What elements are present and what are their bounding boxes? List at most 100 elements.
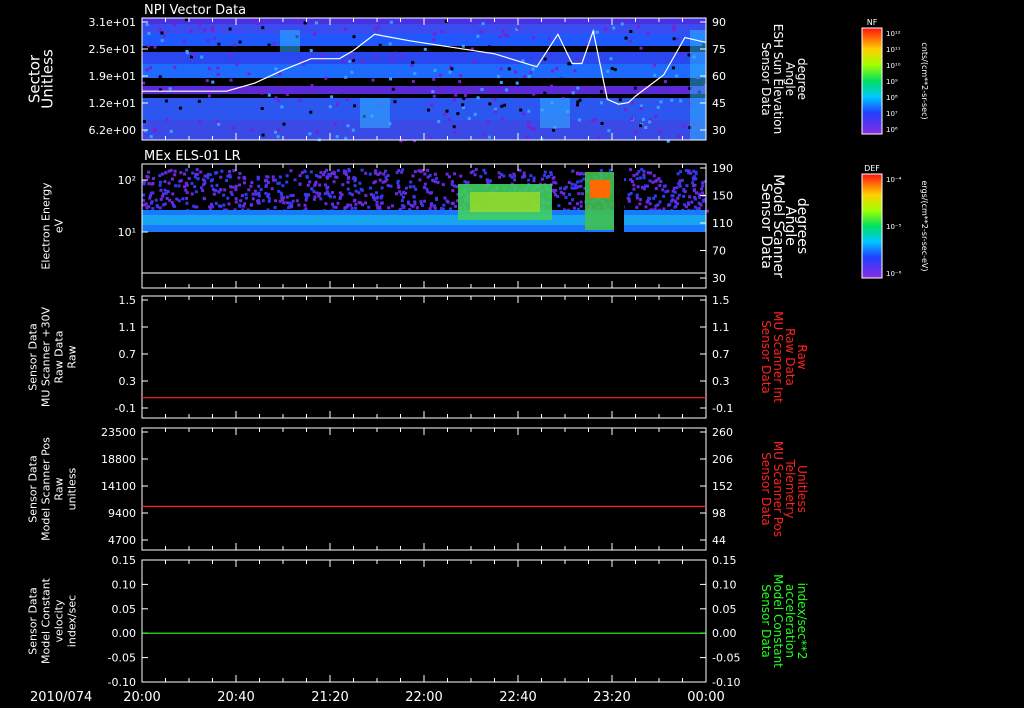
npi-patch-2 <box>690 30 706 140</box>
els-speck <box>656 203 660 207</box>
els-speck <box>306 183 310 187</box>
npi-speck <box>198 120 202 124</box>
npi-speck <box>432 32 436 36</box>
right-axis-label: acceleration <box>783 584 797 658</box>
left-tick-label: 2.5e+01 <box>89 43 136 56</box>
els-speck <box>170 200 174 204</box>
npi-speck <box>646 32 650 36</box>
colorbar-tick-label: 10⁻⁶ <box>886 270 902 278</box>
npi-speck <box>351 128 355 132</box>
els-speck <box>163 188 167 192</box>
npi-speck <box>430 103 434 107</box>
els-speck <box>422 185 426 189</box>
els-speck <box>629 191 633 195</box>
els-speck <box>373 171 377 175</box>
els-speck <box>214 201 218 205</box>
els-speck <box>239 199 243 203</box>
npi-speck <box>600 121 604 125</box>
npi-speck <box>501 29 505 33</box>
els-speck <box>257 184 261 188</box>
npi-band-6 <box>142 78 706 86</box>
npi-speck <box>576 86 580 90</box>
time-tick-label: 22:00 <box>405 690 442 705</box>
time-tick-label: 22:40 <box>499 690 536 705</box>
els-speck <box>434 176 438 180</box>
npi-speck <box>346 124 350 128</box>
els-speck <box>229 185 233 189</box>
npi-speck <box>207 94 211 98</box>
npi-speck <box>148 66 152 70</box>
right-tick-label: 0.10 <box>712 578 737 591</box>
npi-speck <box>309 110 313 114</box>
els-speck <box>358 181 362 185</box>
npi-speck <box>630 101 634 105</box>
npi-speck <box>343 27 347 31</box>
els-speck <box>347 169 351 173</box>
npi-speck <box>261 26 265 30</box>
els-speck <box>259 188 263 192</box>
els-speck <box>653 194 657 198</box>
els-speck <box>692 188 696 192</box>
els-speck <box>532 176 536 180</box>
els-speck <box>413 200 417 204</box>
npi-speck <box>549 53 553 57</box>
npi-speck <box>247 72 251 76</box>
npi-speck <box>633 130 637 134</box>
els-speck <box>202 197 206 201</box>
els-speck <box>359 187 363 191</box>
els-speck <box>635 177 639 181</box>
els-speck <box>154 198 158 202</box>
els-speck <box>630 180 634 184</box>
els-speck <box>149 191 153 195</box>
npi-speck <box>429 136 433 140</box>
npi-speck <box>658 129 662 133</box>
els-speck <box>447 175 451 179</box>
npi-speck <box>168 87 172 91</box>
left-tick-label: 1.2e+01 <box>89 97 136 110</box>
npi-speck <box>496 75 500 79</box>
els-speck <box>655 178 659 182</box>
els-speck <box>183 172 187 176</box>
els-speck <box>364 171 368 175</box>
npi-speck <box>532 92 536 96</box>
right-tick-label: 0.7 <box>712 348 730 361</box>
els-speck <box>336 201 340 205</box>
npi-speck <box>653 63 657 67</box>
els-speck <box>313 183 317 187</box>
els-speck <box>394 192 398 196</box>
els-speck <box>175 197 179 201</box>
npi-speck <box>550 84 554 88</box>
npi-speck <box>552 128 556 132</box>
els-speck <box>390 204 394 208</box>
els-speck <box>145 206 149 210</box>
els-speck <box>222 203 226 207</box>
right-tick-label: 150 <box>712 190 733 203</box>
els-speck <box>336 168 340 172</box>
els-speck <box>564 195 568 199</box>
els-speck <box>249 203 253 207</box>
els-speck <box>644 184 648 188</box>
els-speck <box>671 198 675 202</box>
els-speck <box>451 189 455 193</box>
npi-speck <box>232 126 236 130</box>
right-tick-label: 90 <box>712 16 726 29</box>
els-speck <box>571 198 575 202</box>
els-speck <box>401 168 405 172</box>
els-speck <box>282 201 286 205</box>
els-speck <box>662 184 666 188</box>
npi-speck <box>216 66 220 70</box>
right-tick-label: 0.3 <box>712 375 730 388</box>
els-speck <box>291 199 295 203</box>
right-axis-label: Raw Data <box>783 328 797 386</box>
els-speck <box>372 181 376 185</box>
left-axis-label: velocity <box>53 599 66 642</box>
els-speck <box>229 190 233 194</box>
els-speck <box>433 172 437 176</box>
right-tick-label: 75 <box>712 43 726 56</box>
right-tick-label: -0.05 <box>712 652 740 665</box>
els-speck <box>285 201 289 205</box>
npi-speck <box>393 51 397 55</box>
npi-speck <box>670 98 674 102</box>
els-speck <box>383 179 387 183</box>
left-tick-label: 23500 <box>101 426 136 439</box>
